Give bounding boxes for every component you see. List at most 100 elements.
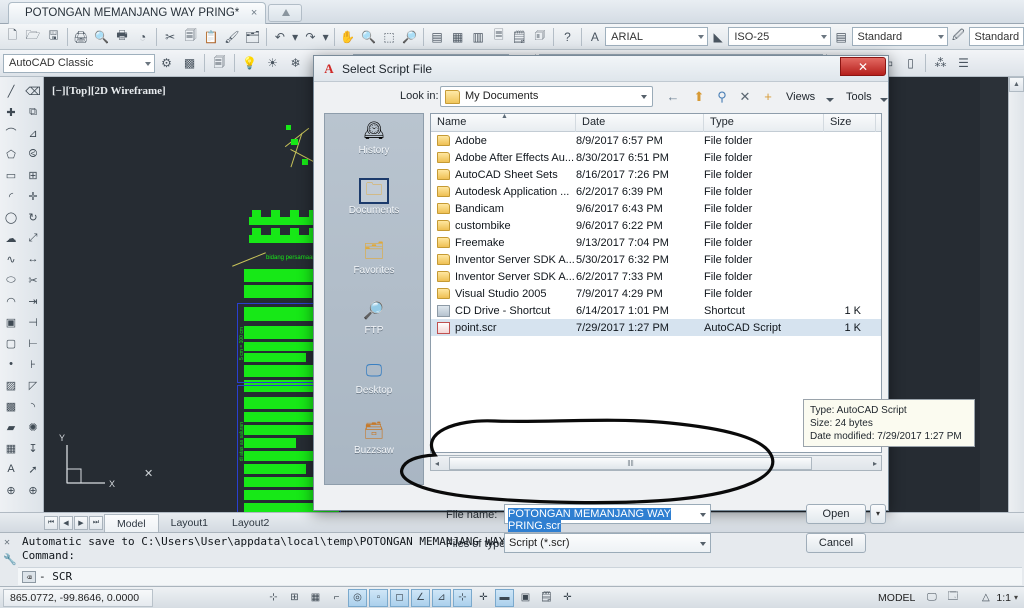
- tolerance-icon[interactable]: ⊕: [23, 480, 43, 500]
- prev-layout-button[interactable]: ◀: [59, 515, 73, 530]
- print-icon[interactable]: 🖨: [72, 26, 91, 47]
- table-style-icon[interactable]: ▤: [832, 26, 851, 47]
- sheet-set-manager-icon[interactable]: 🗏: [490, 26, 509, 47]
- viewport-label[interactable]: [−][Top][2D Wireframe]: [52, 85, 166, 97]
- zoom-realtime-icon[interactable]: 🔍: [359, 26, 378, 47]
- infer-constraints-toggle[interactable]: ⊹: [264, 589, 283, 607]
- lineweight-toggle[interactable]: ▬: [495, 588, 514, 607]
- model-space-label[interactable]: MODEL: [878, 592, 915, 604]
- chevron-down-icon[interactable]: [826, 98, 834, 102]
- place-history[interactable]: 🕰 History: [325, 114, 423, 174]
- explode-icon[interactable]: ✺: [23, 417, 43, 437]
- tab-layout2[interactable]: Layout2: [220, 514, 281, 532]
- save-icon[interactable]: 🖫: [44, 26, 63, 47]
- layer-properties-icon[interactable]: 🗐: [209, 53, 230, 74]
- undo-dropdown-icon[interactable]: ▾: [291, 26, 299, 47]
- tool-palettes-icon[interactable]: ▥: [469, 26, 488, 47]
- look-in-combo[interactable]: My Documents: [440, 86, 653, 107]
- open-file-icon[interactable]: 🗁: [24, 26, 43, 47]
- copy-icon[interactable]: 🗐: [181, 26, 200, 47]
- file-row[interactable]: Freemake 9/13/2017 7:04 PM File folder: [431, 234, 881, 251]
- quick-properties-toggle[interactable]: 🗒: [537, 589, 556, 607]
- polygon-icon[interactable]: ⬠: [1, 144, 21, 164]
- annotation-scale-value[interactable]: 1:1: [996, 592, 1011, 604]
- mleader-style-combo[interactable]: Standard: [968, 27, 1024, 46]
- snap-mode-toggle[interactable]: ⊞: [285, 589, 304, 607]
- add-selected-icon[interactable]: ⊕: [1, 480, 21, 500]
- allow-ucs-toggle[interactable]: ⊿: [432, 588, 451, 607]
- scale-icon[interactable]: ⤢: [23, 228, 43, 248]
- place-buzzsaw[interactable]: 🗃 Buzzsaw: [325, 414, 423, 474]
- file-row[interactable]: Adobe After Effects Au... 8/30/2017 6:51 …: [431, 149, 881, 166]
- publish-icon[interactable]: ◔: [133, 26, 152, 47]
- selection-cycling-toggle[interactable]: ✛: [558, 589, 577, 607]
- last-layout-button[interactable]: ⏭: [89, 515, 103, 530]
- leader-icon[interactable]: ➚: [23, 459, 43, 479]
- print-preview-icon[interactable]: 🔍: [92, 26, 111, 47]
- arc-icon[interactable]: ◜: [1, 186, 21, 206]
- gradient-icon[interactable]: ▩: [1, 396, 21, 416]
- ellipse-arc-icon[interactable]: ◠: [1, 291, 21, 311]
- object-snap-tracking-toggle[interactable]: ∠: [411, 588, 430, 607]
- multileader-align-icon[interactable]: ☰: [953, 53, 974, 74]
- insert-block-icon[interactable]: ▣: [1, 312, 21, 332]
- file-row[interactable]: Visual Studio 2005 7/9/2017 4:29 PM File f…: [431, 285, 881, 302]
- file-row[interactable]: Bandicam 9/6/2017 6:43 PM File folder: [431, 200, 881, 217]
- file-name-input[interactable]: POTONGAN MEMANJANG WAY PRING.scr: [504, 504, 711, 532]
- make-block-icon[interactable]: ▢: [1, 333, 21, 353]
- column-header-size[interactable]: Size: [824, 114, 876, 132]
- nav-back-icon[interactable]: ←: [663, 87, 683, 106]
- ellipse-icon[interactable]: ⬭: [1, 270, 21, 290]
- column-header-date[interactable]: Date: [576, 114, 704, 132]
- layout-viewport-icon[interactable]: 🗔: [943, 589, 962, 607]
- tab-model[interactable]: Model: [104, 513, 159, 532]
- construction-line-icon[interactable]: ✚: [1, 102, 21, 122]
- move-icon[interactable]: ✛: [23, 186, 43, 206]
- osnap-3d-toggle[interactable]: ◻: [390, 588, 409, 607]
- plot-style-icon[interactable]: ▯: [900, 53, 921, 74]
- tab-layout1[interactable]: Layout1: [159, 514, 220, 532]
- file-row[interactable]: point.scr 7/29/2017 1:27 PM AutoCAD Script…: [431, 319, 881, 336]
- copy-object-icon[interactable]: ⧉: [23, 102, 43, 122]
- next-layout-button[interactable]: ▶: [74, 515, 88, 530]
- nav-search-icon[interactable]: ⚲: [712, 87, 732, 106]
- pan-icon[interactable]: ✋: [339, 26, 358, 47]
- trim-icon[interactable]: ✂: [23, 270, 43, 290]
- markup-set-icon[interactable]: 🗒: [510, 26, 529, 47]
- table-style-combo[interactable]: Standard: [851, 27, 948, 46]
- layer-freeze-icon[interactable]: ☀: [262, 53, 283, 74]
- file-row[interactable]: Adobe 8/9/2017 6:57 PM File folder: [431, 132, 881, 149]
- file-row[interactable]: Inventor Server SDK A... 6/2/2017 7:33 PM…: [431, 268, 881, 285]
- plot-icon[interactable]: 🖶: [113, 26, 132, 47]
- chevron-down-icon[interactable]: ▾: [1014, 593, 1018, 602]
- circle-icon[interactable]: ◯: [1, 207, 21, 227]
- zoom-window-icon[interactable]: ⬚: [380, 26, 399, 47]
- mleader-style-icon[interactable]: 🖉: [949, 26, 968, 47]
- file-list-horizontal-scrollbar[interactable]: ◂ ‖‖ ▸: [430, 455, 882, 471]
- multiline-text-icon[interactable]: A: [1, 459, 21, 479]
- nav-delete-icon[interactable]: ✕: [735, 87, 755, 106]
- dimension-style-combo[interactable]: ISO-25: [728, 27, 831, 46]
- offset-icon[interactable]: ⧀: [23, 144, 43, 164]
- polar-tracking-toggle[interactable]: ◎: [348, 588, 367, 607]
- match-properties-icon[interactable]: 🖌: [223, 26, 242, 47]
- line-icon[interactable]: ╱: [1, 81, 21, 101]
- fillet-icon[interactable]: ◝: [23, 396, 43, 416]
- revision-cloud-icon[interactable]: ☁: [1, 228, 21, 248]
- command-input-line[interactable]: ⌫ - SCR: [18, 567, 1022, 585]
- nav-new-folder-icon[interactable]: +: [758, 87, 778, 106]
- close-icon[interactable]: ×: [251, 7, 257, 19]
- workspace-settings-icon[interactable]: ⚙: [156, 53, 177, 74]
- scroll-up-icon[interactable]: ▲: [1009, 77, 1024, 92]
- grid-display-toggle[interactable]: ▦: [306, 589, 325, 607]
- select-script-file-dialog[interactable]: A Select Script File ✕ Look in: My Docum…: [313, 55, 975, 553]
- new-file-icon[interactable]: 🗋: [3, 26, 22, 47]
- dynamic-input-toggle[interactable]: ✛: [474, 589, 493, 607]
- break-at-point-icon[interactable]: ⊣: [23, 312, 43, 332]
- rotate-icon[interactable]: ↻: [23, 207, 43, 227]
- place-favorites[interactable]: 🗂 Favorites: [325, 234, 423, 294]
- model-viewport-icon[interactable]: 🖵: [922, 589, 941, 607]
- dynamic-ucs-toggle[interactable]: ⊹: [453, 588, 472, 607]
- document-tab[interactable]: POTONGAN MEMANJANG WAY PRING* ×: [8, 2, 267, 24]
- point-icon[interactable]: •: [1, 354, 21, 374]
